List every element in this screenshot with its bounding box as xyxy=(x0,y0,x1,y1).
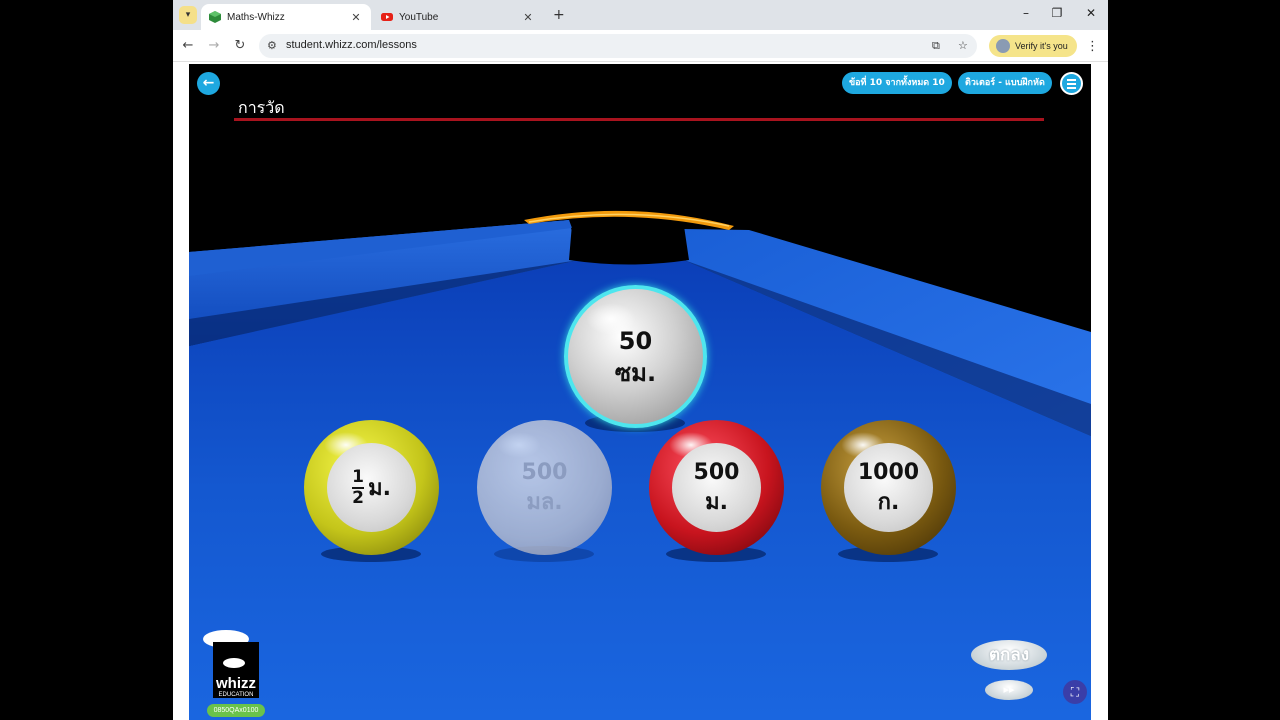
question-value: 50 xyxy=(618,326,653,355)
answer-unit: ม. xyxy=(705,489,728,515)
address-bar[interactable]: ⚙ student.whizz.com/lessons ⧉ ☆ xyxy=(259,34,977,58)
fullscreen-icon[interactable]: ⛶ xyxy=(1063,680,1087,704)
fraction: 1 2 xyxy=(352,466,365,508)
question-code-badge: 0850QAx0100 xyxy=(207,704,265,717)
avatar xyxy=(996,39,1010,53)
url-text[interactable]: student.whizz.com/lessons xyxy=(286,39,417,51)
answer-value: 500 xyxy=(521,459,568,485)
answer-ball-1000-grams[interactable]: 1000 ก. xyxy=(821,420,956,555)
answer-ball-label: 500 มล. xyxy=(500,443,589,532)
profile-chip[interactable]: Verify it's you xyxy=(989,35,1077,57)
close-tab-icon[interactable]: ✕ xyxy=(349,11,363,24)
new-tab-icon[interactable]: + xyxy=(553,7,565,23)
youtube-favicon-icon xyxy=(381,13,393,21)
tab-title: YouTube xyxy=(399,11,439,23)
answer-value: 500 xyxy=(693,459,740,485)
whizz-logo: whizz EDUCATION xyxy=(203,630,259,698)
question-ball: 50 ซม. xyxy=(564,285,707,428)
question-unit: ซม. xyxy=(614,358,657,387)
answer-ball-500-metres[interactable]: 500 ม. xyxy=(649,420,784,555)
minimize-icon[interactable]: – xyxy=(1016,6,1036,24)
answer-ball-500-ml-used[interactable]: 500 มล. xyxy=(477,420,612,555)
restore-icon[interactable]: ❐ xyxy=(1047,6,1067,24)
logo-text: whizz xyxy=(215,675,256,692)
whizz-favicon-icon xyxy=(209,11,221,23)
back-button[interactable]: ← xyxy=(197,72,220,95)
ok-button[interactable]: ตกลง xyxy=(971,640,1047,670)
fraction-numerator: 1 xyxy=(352,466,364,487)
tab-youtube[interactable]: YouTube ✕ xyxy=(373,4,543,30)
forward-arrow-icon[interactable]: → xyxy=(206,38,222,54)
back-arrow-icon[interactable]: ← xyxy=(180,38,196,54)
question-progress-pill: ข้อที่ 10 จากทั้งหมด 10 xyxy=(842,72,952,94)
answer-unit: ก. xyxy=(877,489,900,515)
bookmark-star-icon[interactable]: ☆ xyxy=(958,39,968,52)
tab-title: Maths-Whizz xyxy=(227,11,285,23)
hamburger-menu-icon[interactable] xyxy=(1060,72,1083,95)
answer-unit: มล. xyxy=(526,489,563,515)
install-app-icon[interactable]: ⧉ xyxy=(932,39,940,53)
title-divider xyxy=(234,118,1044,121)
answer-value: 1000 xyxy=(857,459,920,485)
skip-button[interactable]: ▸▸ xyxy=(985,680,1033,700)
reload-icon[interactable]: ↻ xyxy=(232,38,248,54)
answer-ball-label: 1 2 ม. xyxy=(327,443,416,532)
profile-label: Verify it's you xyxy=(1015,41,1068,51)
logo-subtext: EDUCATION xyxy=(219,692,254,698)
tab-search-icon[interactable]: ▾ xyxy=(179,6,197,24)
browser-toolbar: ← → ↻ ⚙ student.whizz.com/lessons ⧉ ☆ Ve… xyxy=(173,30,1108,62)
answer-ball-half-metre[interactable]: 1 2 ม. xyxy=(304,420,439,555)
answer-ball-label: 1000 ก. xyxy=(844,443,933,532)
answer-unit: ม. xyxy=(368,476,391,501)
close-window-icon[interactable]: ✕ xyxy=(1081,6,1101,24)
question-ball-label: 50 ซม. xyxy=(588,309,683,404)
mode-pill[interactable]: ติวเตอร์ - แบบฝึกหัด xyxy=(958,72,1052,94)
browser-window: ▾ Maths-Whizz ✕ YouTube ✕ + – ❐ ✕ ← → ↻ … xyxy=(173,0,1108,720)
tab-maths-whizz[interactable]: Maths-Whizz ✕ xyxy=(201,4,371,30)
site-info-icon[interactable]: ⚙ xyxy=(267,39,277,52)
lesson-stage: ← ข้อที่ 10 จากทั้งหมด 10 ติวเตอร์ - แบบ… xyxy=(189,64,1091,720)
browser-menu-icon[interactable]: ⋮ xyxy=(1086,39,1099,54)
fraction-denominator: 2 xyxy=(352,487,364,508)
tab-strip: ▾ Maths-Whizz ✕ YouTube ✕ + – ❐ ✕ xyxy=(173,0,1108,30)
close-tab-icon[interactable]: ✕ xyxy=(521,11,535,24)
answer-ball-label: 500 ม. xyxy=(672,443,761,532)
